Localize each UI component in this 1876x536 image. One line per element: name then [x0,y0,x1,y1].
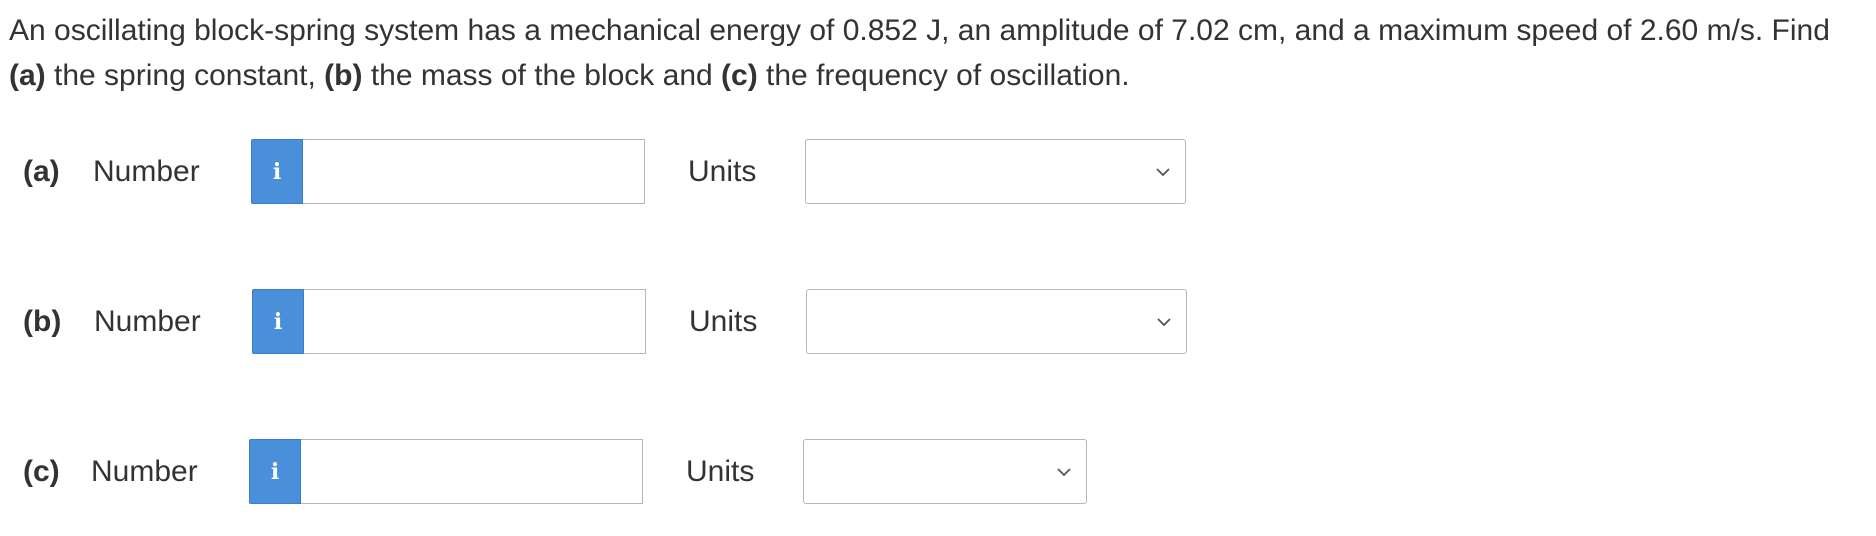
chevron-down-icon [1157,318,1171,327]
info-icon: i [273,308,283,335]
answer-row-b: (b) Number i Units [0,289,1876,354]
units-label: Units [688,155,757,188]
chevron-down-icon [1156,168,1170,177]
part-a-text: the spring constant, [45,59,325,92]
question-text: An oscillating block-spring system has a… [9,8,1869,98]
units-select[interactable] [803,439,1087,504]
part-label: (a) [23,155,60,188]
question-intro: An oscillating block-spring system has a… [9,14,1830,47]
part-b-marker: (b) [324,59,363,92]
units-label: Units [689,305,758,338]
part-c-marker: (c) [721,59,758,92]
number-input[interactable] [301,439,643,504]
answer-row-c: (c) Number i Units [0,439,1876,504]
info-button[interactable]: i [252,289,304,354]
units-select[interactable] [806,289,1187,354]
info-button[interactable]: i [249,439,301,504]
part-c-text: the frequency of oscillation. [757,59,1130,92]
number-input[interactable] [304,289,646,354]
number-label: Number [94,305,201,338]
part-b-text: the mass of the block and [362,59,722,92]
units-select[interactable] [805,139,1186,204]
part-label: (c) [23,455,60,488]
number-label: Number [91,455,198,488]
answer-row-a: (a) Number i Units [0,139,1876,204]
number-label: Number [93,155,200,188]
number-input[interactable] [303,139,645,204]
units-label: Units [686,455,755,488]
chevron-down-icon [1057,468,1071,477]
part-a-marker: (a) [9,59,46,92]
info-icon: i [272,158,282,185]
info-icon: i [270,458,280,485]
part-label: (b) [23,305,62,338]
info-button[interactable]: i [251,139,303,204]
